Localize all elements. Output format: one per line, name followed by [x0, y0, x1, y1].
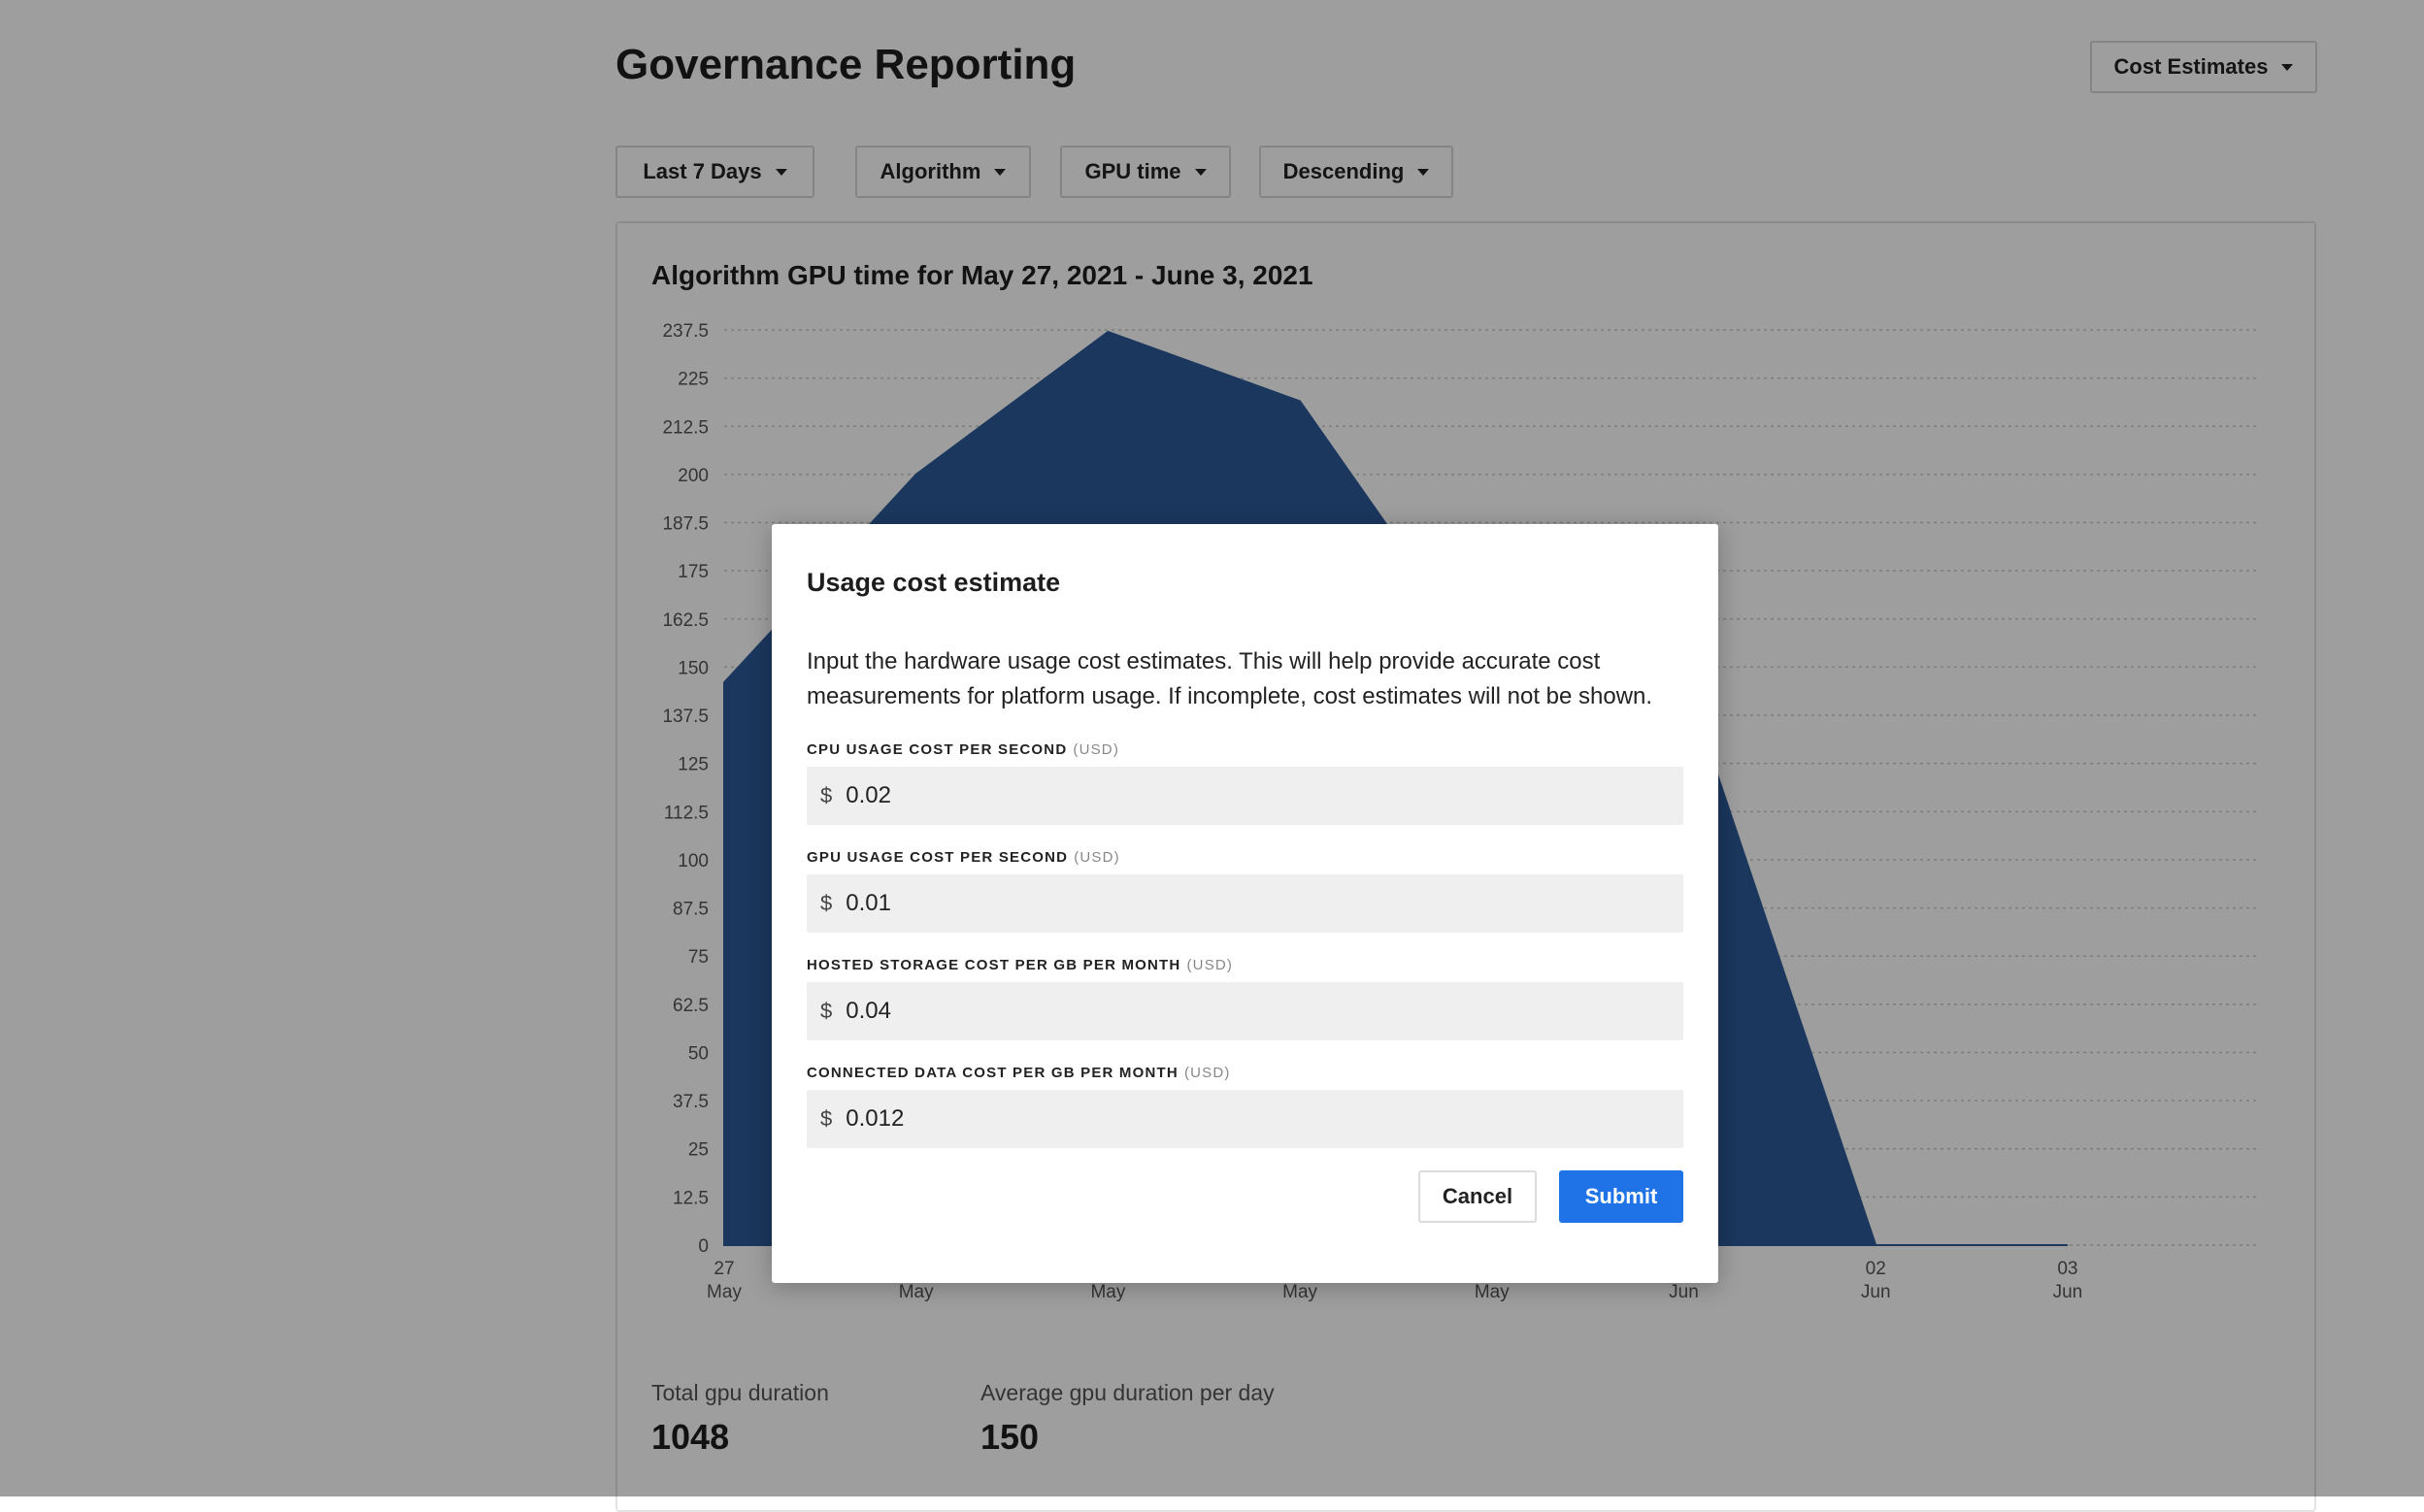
storage-cost-unit: (USD) [1186, 957, 1234, 973]
storage-cost-label-text: HOSTED STORAGE COST PER GB PER MONTH [807, 957, 1181, 973]
dollar-icon: $ [820, 1106, 833, 1131]
cpu-cost-input[interactable] [846, 782, 1643, 809]
submit-button[interactable]: Submit [1559, 1170, 1683, 1223]
storage-cost-label: HOSTED STORAGE COST PER GB PER MONTH (USD… [807, 957, 1233, 973]
dialog-description: Input the hardware usage cost estimates.… [807, 648, 1653, 709]
connected-data-cost-label-text: CONNECTED DATA COST PER GB PER MONTH [807, 1065, 1179, 1081]
connected-data-cost-input[interactable] [846, 1105, 1643, 1133]
connected-data-cost-label: CONNECTED DATA COST PER GB PER MONTH (USD… [807, 1065, 1231, 1081]
gpu-cost-field[interactable]: $ [807, 874, 1683, 933]
storage-cost-field[interactable]: $ [807, 982, 1683, 1040]
gpu-cost-unit: (USD) [1074, 849, 1120, 866]
cpu-cost-field[interactable]: $ [807, 767, 1683, 825]
gpu-cost-label-text: GPU USAGE COST PER SECOND [807, 849, 1069, 866]
dollar-icon: $ [820, 891, 833, 915]
dialog-title: Usage cost estimate [807, 568, 1061, 597]
dollar-icon: $ [820, 999, 833, 1023]
connected-data-cost-field[interactable]: $ [807, 1090, 1683, 1148]
cpu-cost-label-text: CPU USAGE COST PER SECOND [807, 741, 1068, 758]
dollar-icon: $ [820, 783, 833, 807]
gpu-cost-label: GPU USAGE COST PER SECOND (USD) [807, 849, 1120, 866]
usage-cost-estimate-dialog: Usage cost estimate Input the hardware u… [772, 524, 1718, 1283]
cancel-button[interactable]: Cancel [1418, 1170, 1537, 1223]
gpu-cost-input[interactable] [846, 890, 1643, 917]
cpu-cost-unit: (USD) [1073, 741, 1120, 758]
connected-data-cost-unit: (USD) [1183, 1065, 1231, 1081]
cpu-cost-label: CPU USAGE COST PER SECOND (USD) [807, 741, 1119, 758]
storage-cost-input[interactable] [846, 998, 1643, 1025]
